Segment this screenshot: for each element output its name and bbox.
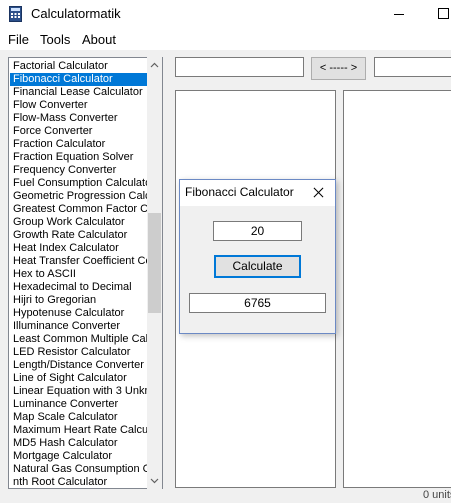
list-item[interactable]: Force Converter	[10, 125, 150, 138]
calculator-icon	[9, 6, 22, 22]
dialog-title: Fibonacci Calculator	[185, 185, 294, 199]
list-item[interactable]: Fuel Consumption Calculator	[10, 177, 150, 190]
list-item[interactable]: MD5 Hash Calculator	[10, 437, 150, 450]
status-text: 0 units	[423, 489, 451, 501]
list-item[interactable]: Hypotenuse Calculator	[10, 307, 150, 320]
status-bar: 0 units	[0, 489, 451, 503]
list-item[interactable]: Growth Rate Calculator	[10, 229, 150, 242]
list-item[interactable]: Hijri to Gregorian	[10, 294, 150, 307]
menu-file[interactable]: File	[8, 32, 29, 47]
list-item[interactable]: Mortgage Calculator	[10, 450, 150, 463]
menu-tools[interactable]: Tools	[40, 32, 70, 47]
title-bar: Calculatormatik	[0, 0, 451, 28]
list-item[interactable]: Factorial Calculator	[10, 60, 150, 73]
list-item[interactable]: Fibonacci Calculator	[10, 73, 150, 86]
list-item[interactable]: Length/Distance Converter	[10, 359, 150, 372]
maximize-button[interactable]	[430, 0, 451, 28]
list-item[interactable]: Fraction Equation Solver	[10, 151, 150, 164]
list-item[interactable]: Hexadecimal to Decimal	[10, 281, 150, 294]
list-item[interactable]: Maximum Heart Rate Calculator	[10, 424, 150, 437]
list-item[interactable]: Hex to ASCII	[10, 268, 150, 281]
list-item[interactable]: Heat Index Calculator	[10, 242, 150, 255]
list-item[interactable]: Greatest Common Factor Calculator	[10, 203, 150, 216]
scroll-up-icon[interactable]	[147, 57, 162, 74]
window-title: Calculatormatik	[31, 6, 121, 21]
right-unit-list[interactable]	[343, 90, 451, 488]
close-icon[interactable]	[308, 183, 330, 203]
dialog-title-bar: Fibonacci Calculator	[180, 180, 335, 206]
menu-about[interactable]: About	[82, 32, 116, 47]
list-item[interactable]: Fraction Calculator	[10, 138, 150, 151]
list-item[interactable]: Map Scale Calculator	[10, 411, 150, 424]
list-item[interactable]: Linear Equation with 3 Unknowns	[10, 385, 150, 398]
list-item[interactable]: nth Root Calculator	[10, 476, 150, 488]
scroll-thumb[interactable]	[148, 213, 161, 313]
list-item[interactable]: Illuminance Converter	[10, 320, 150, 333]
list-item[interactable]: Line of Sight Calculator	[10, 372, 150, 385]
swap-button[interactable]: < ----- >	[311, 57, 366, 80]
n-input[interactable]: 20	[213, 221, 302, 241]
calculator-list[interactable]: Factorial Calculator Fibonacci Calculator…	[8, 57, 163, 489]
calculate-button[interactable]: Calculate	[214, 255, 301, 278]
list-item[interactable]: Heat Transfer Coefficient Converter	[10, 255, 150, 268]
scroll-down-icon[interactable]	[147, 472, 162, 489]
list-item[interactable]: Least Common Multiple Calculator	[10, 333, 150, 346]
list-item[interactable]: Flow Converter	[10, 99, 150, 112]
list-item[interactable]: Financial Lease Calculator	[10, 86, 150, 99]
list-item[interactable]: Frequency Converter	[10, 164, 150, 177]
result-output: 6765	[189, 293, 326, 313]
right-input[interactable]	[374, 57, 451, 77]
list-item[interactable]: Luminance Converter	[10, 398, 150, 411]
left-input[interactable]	[175, 57, 304, 77]
fibonacci-dialog: Fibonacci Calculator 20 Calculate 6765	[179, 179, 336, 334]
list-item[interactable]: Natural Gas Consumption Calculator	[10, 463, 150, 476]
menu-bar: File Tools About	[0, 28, 451, 50]
list-item[interactable]: LED Resistor Calculator	[10, 346, 150, 359]
minimize-button[interactable]	[386, 0, 412, 28]
list-item[interactable]: Geometric Progression Calculator	[10, 190, 150, 203]
list-scrollbar[interactable]	[147, 57, 162, 489]
list-item[interactable]: Group Work Calculator	[10, 216, 150, 229]
list-item[interactable]: Flow-Mass Converter	[10, 112, 150, 125]
